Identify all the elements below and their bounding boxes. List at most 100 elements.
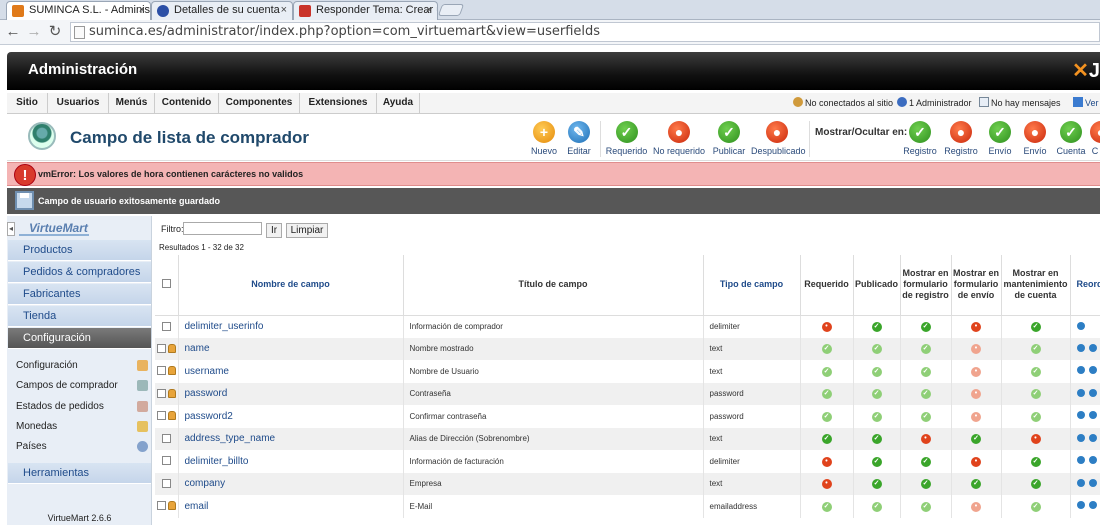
visitors-status[interactable]: No conectados al sitio <box>793 97 893 108</box>
table-row[interactable]: name Nombre mostrado text ✓ ✓ ✓ • ✓ <box>155 337 1100 360</box>
move-up-icon[interactable] <box>1088 388 1097 397</box>
column-header-type[interactable]: Tipo de campo <box>703 255 801 316</box>
close-tab-icon[interactable]: × <box>139 2 145 19</box>
required-button[interactable]: ✓ Requerido <box>605 121 648 156</box>
field-name[interactable]: password <box>178 382 404 405</box>
sidebar-sub-paises[interactable]: Países <box>16 437 151 457</box>
move-down-icon[interactable] <box>1076 366 1085 375</box>
sidebar-item-productos[interactable]: Productos <box>8 240 151 261</box>
new-button[interactable]: + Nuevo <box>527 121 561 156</box>
row-checkbox[interactable] <box>161 478 171 488</box>
menu-menus[interactable]: Menús <box>109 93 155 113</box>
registration-toggle[interactable]: ✓ <box>900 450 952 473</box>
sidebar-sub-estados-pedidos[interactable]: Estados de pedidos <box>16 397 151 417</box>
filter-input[interactable] <box>183 222 262 235</box>
table-row[interactable]: company Empresa text • ✓ ✓ ✓ ✓ <box>155 472 1100 495</box>
shipping-toggle[interactable]: • <box>951 450 1002 473</box>
row-checkbox[interactable] <box>156 411 166 421</box>
account-toggle[interactable]: ✓ <box>1001 472 1071 495</box>
reload-icon[interactable]: ↻ <box>46 23 64 41</box>
table-row[interactable]: delimiter_billto Información de facturaci… <box>155 450 1100 473</box>
collapse-sidebar-icon[interactable]: ◂ <box>7 222 15 236</box>
table-row[interactable]: address_type_name Alias de Dirección (Sob… <box>155 427 1100 450</box>
published-toggle[interactable]: ✓ <box>853 427 901 450</box>
row-checkbox[interactable] <box>156 501 166 511</box>
move-up-icon[interactable] <box>1088 456 1097 465</box>
account-toggle[interactable]: ✓ <box>1001 450 1071 473</box>
messages-status[interactable]: No hay mensajes <box>979 97 1061 108</box>
registration-toggle[interactable]: • <box>900 427 952 450</box>
filter-clear-button[interactable]: Limpiar <box>286 223 328 238</box>
field-name[interactable]: address_type_name <box>178 427 404 450</box>
shipping-toggle[interactable]: ✓ <box>951 427 1002 450</box>
show-account-button[interactable]: ✓ Cuenta <box>1055 121 1087 156</box>
move-up-icon[interactable] <box>1088 343 1097 352</box>
shipping-toggle[interactable]: ✓ <box>951 472 1002 495</box>
published-toggle[interactable]: ✓ <box>853 472 901 495</box>
field-name[interactable]: username <box>178 360 404 383</box>
close-tab-icon[interactable]: × <box>281 2 287 19</box>
admins-status[interactable]: 1 Administrador <box>897 97 972 108</box>
browser-tab-reply[interactable]: Responder Tema: Crear u × <box>293 1 438 20</box>
sidebar-item-pedidos[interactable]: Pedidos & compradores <box>8 262 151 283</box>
table-row[interactable]: password Contraseña password ✓ ✓ ✓ • ✓ <box>155 382 1100 405</box>
move-up-icon[interactable] <box>1088 366 1097 375</box>
field-name[interactable]: name <box>178 337 404 360</box>
table-row[interactable]: username Nombre de Usuario text ✓ ✓ ✓ • ✓ <box>155 360 1100 383</box>
field-name[interactable]: email <box>178 495 404 518</box>
move-down-icon[interactable] <box>1076 478 1085 487</box>
show-registration-button[interactable]: ✓ Registro <box>903 121 937 156</box>
browser-tab-account[interactable]: Detalles de su cuenta × <box>151 1 293 20</box>
menu-contenido[interactable]: Contenido <box>155 93 219 113</box>
sidebar-sub-monedas[interactable]: Monedas <box>16 417 151 437</box>
show-shipping-button[interactable]: ✓ Envío <box>986 121 1014 156</box>
back-arrow-icon[interactable]: ← <box>4 23 22 41</box>
new-tab-button[interactable] <box>437 4 465 16</box>
field-name[interactable]: delimiter_userinfo <box>178 315 404 338</box>
row-checkbox[interactable] <box>156 388 166 398</box>
sidebar-item-herramientas[interactable]: Herramientas <box>8 463 151 484</box>
required-toggle[interactable]: • <box>800 450 854 473</box>
registration-toggle[interactable]: ✓ <box>900 315 952 338</box>
required-toggle[interactable]: • <box>800 472 854 495</box>
sidebar-sub-campos-comprador[interactable]: Campos de comprador <box>16 376 151 396</box>
move-up-icon[interactable] <box>1088 411 1097 420</box>
browser-tab-suminca[interactable]: SUMINCA S.L. - Administ × <box>6 1 151 20</box>
url-field[interactable]: suminca.es/administrator/index.php?optio… <box>70 22 1100 42</box>
forward-arrow-icon[interactable]: → <box>25 23 43 41</box>
menu-extensiones[interactable]: Extensiones <box>300 93 377 113</box>
field-name[interactable]: password2 <box>178 405 404 428</box>
unpublish-button[interactable]: ● Despublicado <box>751 121 806 156</box>
account-toggle[interactable]: ✓ <box>1001 315 1071 338</box>
sidebar-sub-configuracion[interactable]: Configuración <box>16 356 151 376</box>
publish-button[interactable]: ✓ Publicar <box>711 121 747 156</box>
move-down-icon[interactable] <box>1076 433 1085 442</box>
sidebar-item-configuracion[interactable]: Configuración <box>8 328 151 349</box>
filter-go-button[interactable]: Ir <box>266 223 282 238</box>
menu-sitio[interactable]: Sitio <box>7 93 48 113</box>
sidebar-item-fabricantes[interactable]: Fabricantes <box>8 284 151 305</box>
column-header-reorder[interactable]: Reord <box>1070 255 1100 316</box>
move-down-icon[interactable] <box>1076 501 1085 510</box>
field-name[interactable]: delimiter_billto <box>178 450 404 473</box>
move-down-icon[interactable] <box>1076 411 1085 420</box>
required-toggle[interactable]: ✓ <box>800 427 854 450</box>
row-checkbox[interactable] <box>156 366 166 376</box>
move-down-icon[interactable] <box>1076 343 1085 352</box>
table-row[interactable]: delimiter_userinfo Información de comprad… <box>155 315 1100 338</box>
row-checkbox[interactable] <box>161 456 171 466</box>
hide-shipping-button[interactable]: ● Envío <box>1021 121 1049 156</box>
not-required-button[interactable]: ● No requerido <box>653 121 705 156</box>
move-down-icon[interactable] <box>1076 388 1085 397</box>
hide-account-button[interactable]: ●C <box>1090 121 1100 156</box>
edit-button[interactable]: ✎ Editar <box>562 121 596 156</box>
row-checkbox[interactable] <box>161 433 171 443</box>
registration-toggle[interactable]: ✓ <box>900 472 952 495</box>
table-row[interactable]: email E-Mail emailaddress ✓ ✓ ✓ • ✓ <box>155 495 1100 518</box>
move-up-icon[interactable] <box>1088 433 1097 442</box>
column-header-name[interactable]: Nombre de campo <box>178 255 404 316</box>
move-up-icon[interactable] <box>1088 501 1097 510</box>
published-toggle[interactable]: ✓ <box>853 315 901 338</box>
field-name[interactable]: company <box>178 472 404 495</box>
menu-ayuda[interactable]: Ayuda <box>377 93 420 113</box>
